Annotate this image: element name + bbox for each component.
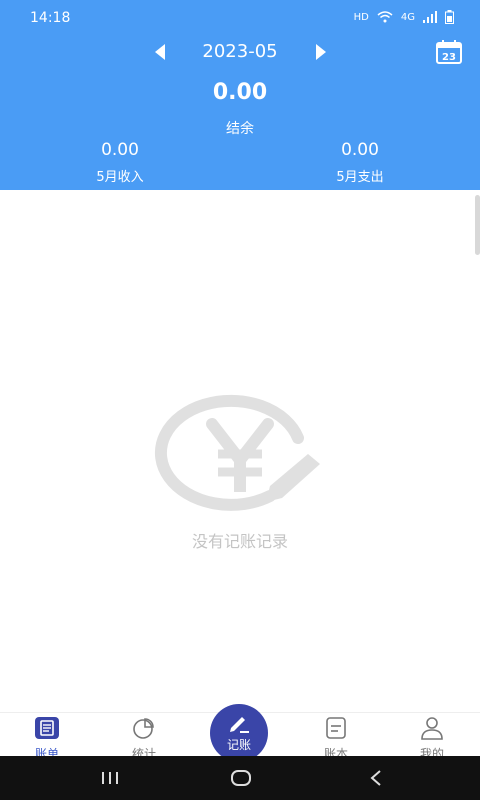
user-icon: [421, 717, 443, 740]
month-selector: 2023-05: [0, 38, 480, 68]
network-indicator: 4G: [400, 11, 415, 23]
header: 14:18 HD 4G 2023-05 23 0.00 结余 0.00 5月收入…: [0, 0, 480, 190]
income-summary: 0.00 5月收入: [50, 140, 190, 185]
income-value: 0.00: [101, 140, 139, 160]
recent-apps-icon[interactable]: [95, 768, 125, 788]
current-month[interactable]: 2023-05: [0, 41, 480, 62]
home-icon[interactable]: [226, 768, 256, 788]
hd-indicator: HD: [353, 11, 369, 23]
bill-icon: [35, 717, 59, 739]
calendar-icon[interactable]: 23: [436, 40, 462, 64]
next-month-arrow-icon[interactable]: [316, 44, 326, 60]
pie-chart-icon: [133, 718, 154, 739]
ledger-icon: [326, 717, 346, 739]
add-record-button[interactable]: 记账: [210, 704, 268, 762]
wifi-icon: [377, 11, 393, 23]
empty-yuan-icon: [150, 390, 330, 520]
status-bar: 14:18 HD 4G: [0, 0, 480, 34]
calendar-day: 23: [442, 52, 456, 63]
battery-icon: [445, 10, 454, 24]
empty-state-text: 没有记账记录: [191, 532, 288, 551]
scrollbar[interactable]: [475, 195, 480, 255]
income-label: 5月收入: [96, 170, 144, 185]
back-icon[interactable]: [362, 768, 392, 788]
balance-label: 结余: [226, 121, 254, 137]
expense-summary: 0.00 5月支出: [290, 140, 430, 185]
add-record-label: 记账: [226, 738, 251, 752]
status-icons: HD 4G: [354, 10, 454, 24]
edit-icon: [230, 717, 249, 733]
system-nav-bar: [0, 756, 480, 800]
expense-label: 5月支出: [336, 170, 384, 185]
expense-value: 0.00: [341, 140, 379, 160]
signal-icon: [423, 11, 437, 23]
balance-value: 0.00: [212, 80, 268, 105]
status-time: 14:18: [30, 10, 71, 26]
